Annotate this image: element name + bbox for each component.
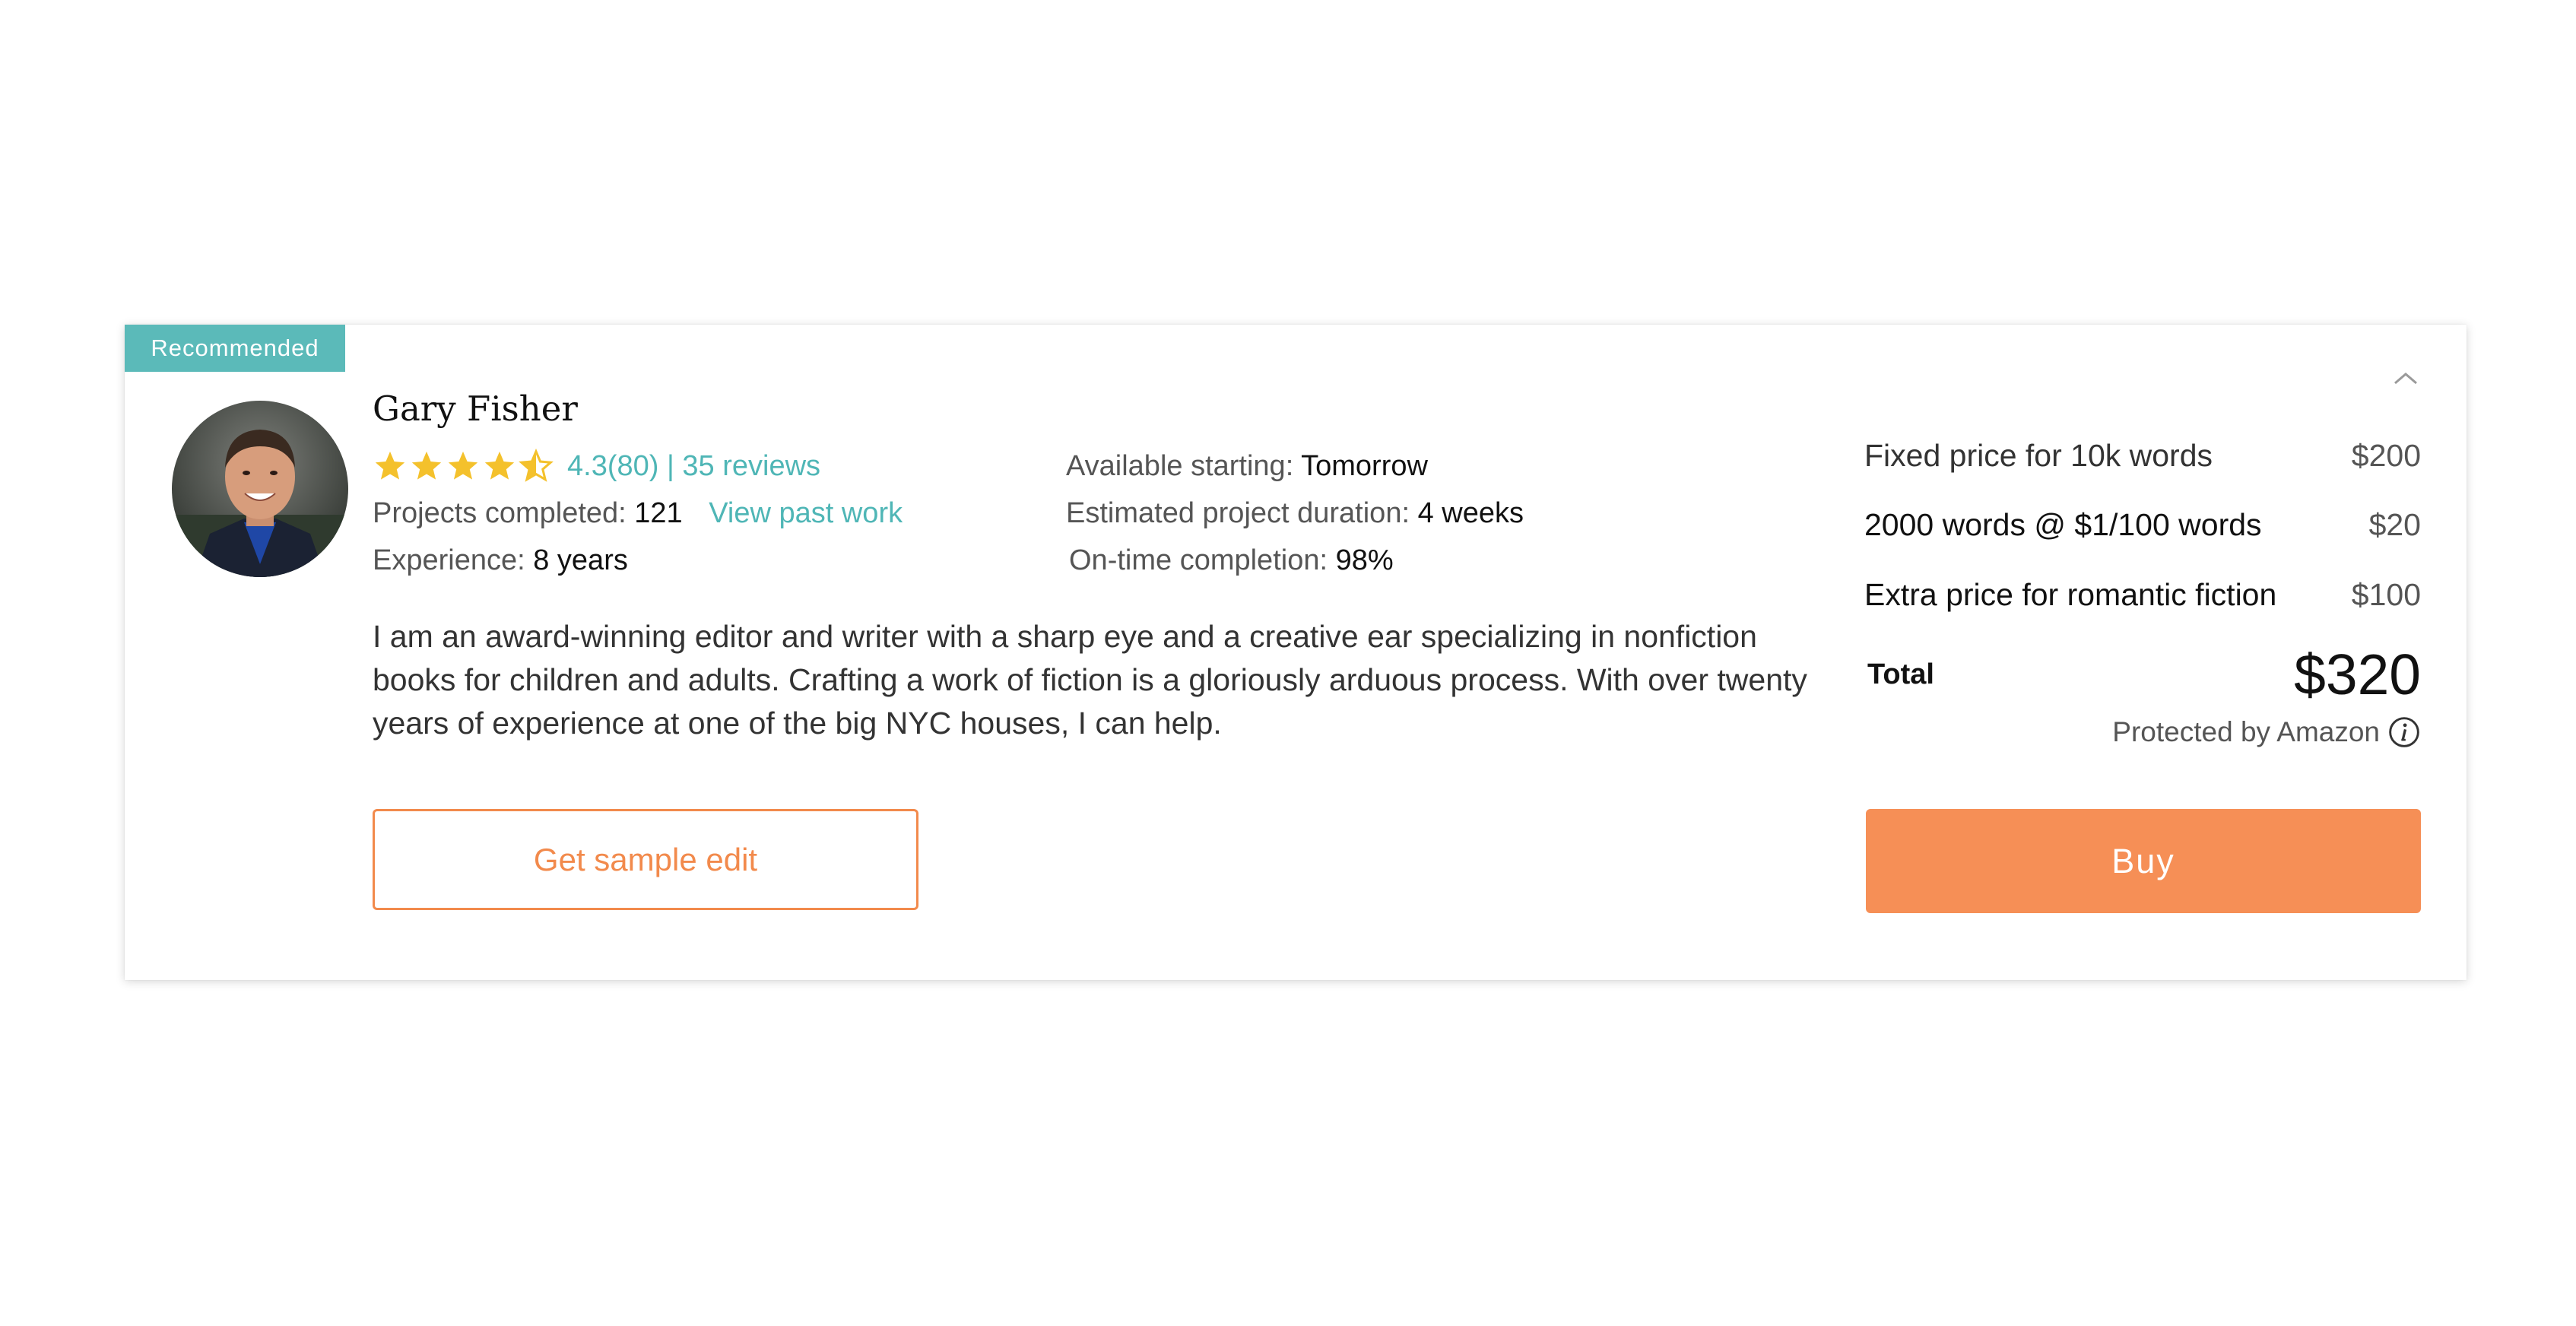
- rating-reviews-link[interactable]: 4.3(80) | 35 reviews: [567, 450, 820, 483]
- star-icon: [375, 451, 405, 480]
- protected-by-amazon: Protected by Amazon: [2112, 715, 2421, 749]
- price-amount: $20: [2368, 506, 2421, 542]
- star-rating: [373, 449, 555, 484]
- experience-label: Experience:: [373, 544, 525, 576]
- half-star-icon: [519, 449, 554, 482]
- buy-button[interactable]: Buy: [1866, 809, 2421, 913]
- available-label: Available starting:: [1066, 450, 1294, 482]
- rating-row: 4.3(80) | 35 reviews: [373, 445, 820, 487]
- editor-name: Gary Fisher: [373, 389, 578, 429]
- project-duration: Estimated project duration: 4 weeks: [1066, 492, 1524, 535]
- recommended-badge: Recommended: [125, 325, 345, 372]
- protected-text: Protected by Amazon: [2112, 716, 2380, 747]
- info-icon[interactable]: [2387, 715, 2421, 749]
- view-past-work-link[interactable]: View past work: [709, 497, 903, 529]
- star-icon: [411, 451, 442, 480]
- price-amount: $100: [2351, 576, 2421, 612]
- experience-value: 8 years: [533, 544, 628, 576]
- duration-label: Estimated project duration:: [1066, 497, 1410, 529]
- ontime-label: On-time completion:: [1069, 544, 1328, 576]
- star-icon: [484, 451, 515, 480]
- experience: Experience: 8 years: [373, 539, 628, 582]
- total-amount: $320: [2294, 642, 2421, 706]
- price-amount: $200: [2351, 437, 2421, 473]
- price-label: Fixed price for 10k words: [1864, 437, 2213, 473]
- get-sample-edit-button[interactable]: Get sample edit: [373, 809, 918, 910]
- editor-bio: I am an award-winning editor and writer …: [373, 619, 1807, 741]
- price-row-romantic: Extra price for romantic fiction $100: [1864, 572, 2421, 617]
- editor-card: Recommended Gary Fisher 4.3(80) | 35 rev…: [125, 325, 2467, 980]
- projects-label: Projects completed:: [373, 497, 627, 529]
- available-value: Tomorrow: [1301, 450, 1428, 482]
- price-row-words: 2000 words @ $1/100 words $20: [1864, 502, 2421, 547]
- total-label: Total: [1867, 658, 1934, 690]
- ontime-value: 98%: [1335, 544, 1394, 576]
- total-row: Total $320: [1864, 636, 2421, 712]
- avatar: [172, 401, 348, 577]
- on-time-completion: On-time completion: 98%: [1069, 539, 1394, 582]
- star-icon: [448, 451, 478, 480]
- chevron-up-icon[interactable]: [2390, 366, 2421, 389]
- price-label: 2000 words @ $1/100 words: [1864, 506, 2262, 542]
- projects-value: 121: [634, 497, 683, 529]
- price-label: Extra price for romantic fiction: [1864, 576, 2277, 612]
- projects-completed: Projects completed: 121 View past work: [373, 492, 903, 535]
- price-row-fixed: Fixed price for 10k words $200: [1864, 433, 2421, 478]
- duration-value: 4 weeks: [1417, 497, 1524, 529]
- available-starting: Available starting: Tomorrow: [1066, 445, 1428, 487]
